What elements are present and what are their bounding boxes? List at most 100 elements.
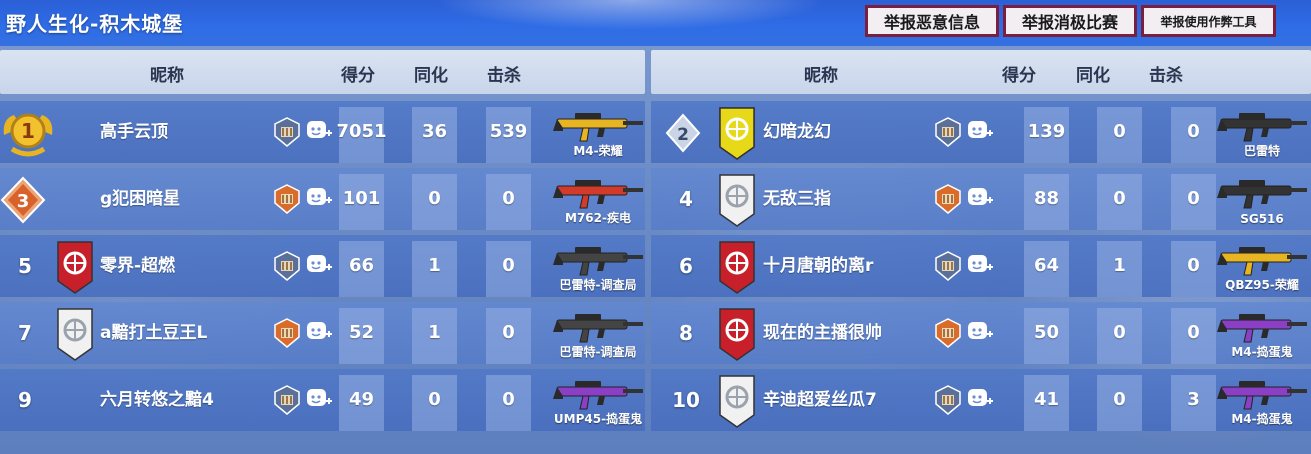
player-name[interactable]: 辛迪超爱丝瓜7	[763, 369, 877, 431]
weapon-name: QBZ95-荣耀	[1225, 278, 1299, 292]
score-value: 88	[1033, 188, 1060, 209]
player-row[interactable]: 4 无敌三指 88 0 0 SG516	[651, 168, 1311, 230]
score-header: 得分	[1002, 66, 1036, 86]
player-row[interactable]: 3 g犯困暗星 101 0 0 M762-疾电	[0, 168, 645, 230]
weapon-icon: 巴雷特	[1217, 109, 1309, 158]
player-row[interactable]: 6 十月唐朝的离r 64 1 0 QBZ95-荣耀	[651, 235, 1311, 297]
add-friend-icon[interactable]	[967, 186, 993, 210]
add-friend-icon[interactable]	[967, 253, 993, 277]
weapon-icon: M762-疾电	[553, 176, 645, 225]
score-value: 41	[1033, 389, 1060, 410]
infect-header: 同化	[414, 66, 448, 86]
rank-number: 9	[18, 388, 32, 412]
rank-badge-icon	[272, 183, 302, 215]
weapon-name: SG516	[1240, 212, 1284, 226]
player-row[interactable]: 5 零界-超燃 66 1 0 巴雷特-调查局	[0, 235, 645, 297]
player-row[interactable]: 7 a黯打土豆王L 52 1 0 巴雷特-调查局	[0, 302, 645, 364]
player-row[interactable]: 10 辛迪超爱丝瓜7 41 0 3 M4-捣蛋鬼	[651, 369, 1311, 431]
kills-value: 539	[489, 121, 528, 142]
rank-badge-icon	[272, 317, 302, 349]
nickname-header: 昵称	[804, 66, 838, 86]
kills-header: 击杀	[1149, 66, 1183, 86]
player-name[interactable]: g犯困暗星	[100, 168, 180, 230]
right-team-header: 昵称 得分 同化 击杀	[651, 50, 1311, 94]
add-friend-icon[interactable]	[967, 320, 993, 344]
player-name[interactable]: 幻暗龙幻	[763, 101, 831, 163]
infect-value: 0	[428, 389, 441, 410]
rank-number: 8	[679, 321, 693, 345]
infect-header: 同化	[1076, 66, 1110, 86]
score-value: 139	[1027, 121, 1066, 142]
svg-text:3: 3	[17, 191, 30, 212]
weapon-name: M4-捣蛋鬼	[1231, 412, 1293, 426]
svg-text:2: 2	[677, 125, 689, 145]
weapon-icon: 巴雷特-调查局	[553, 310, 645, 359]
player-avatar-icon	[717, 105, 757, 161]
player-avatar-icon	[717, 172, 757, 228]
score-value: 7051	[336, 121, 387, 142]
add-friend-icon[interactable]	[967, 119, 993, 143]
player-avatar-icon	[55, 306, 95, 362]
score-value: 66	[348, 255, 375, 276]
weapon-icon: M4-捣蛋鬼	[1217, 310, 1309, 359]
infect-value: 0	[1113, 389, 1126, 410]
rank-medal-icon: 2	[663, 105, 703, 161]
weapon-name: UMP45-捣蛋鬼	[553, 412, 643, 426]
weapon-name: M762-疾电	[565, 211, 631, 225]
rank-number: 10	[672, 388, 700, 412]
kills-header: 击杀	[487, 66, 521, 86]
player-name[interactable]: 无敌三指	[763, 168, 831, 230]
score-value: 64	[1033, 255, 1060, 276]
report-malicious-info-button[interactable]: 举报恶意信息	[865, 5, 999, 37]
player-row[interactable]: 8 现在的主播很帅 50 0 0 M4-捣蛋鬼	[651, 302, 1311, 364]
rank-badge-icon	[272, 384, 302, 416]
infect-value: 1	[428, 255, 441, 276]
infect-value: 1	[428, 322, 441, 343]
infect-value: 0	[1113, 188, 1126, 209]
kills-value: 0	[502, 188, 515, 209]
score-value: 101	[342, 188, 381, 209]
rank-badge-icon	[933, 317, 963, 349]
weapon-name: 巴雷特-调查局	[559, 345, 637, 359]
infect-value: 1	[1113, 255, 1126, 276]
weapon-icon: M4-荣耀	[553, 109, 645, 158]
player-name[interactable]: 高手云顶	[100, 101, 168, 163]
score-value: 52	[348, 322, 375, 343]
weapon-icon: M4-捣蛋鬼	[1217, 377, 1309, 426]
rank-badge-icon	[272, 250, 302, 282]
player-avatar-icon	[717, 306, 757, 362]
player-name[interactable]: 现在的主播很帅	[763, 302, 882, 364]
kills-value: 0	[502, 255, 515, 276]
left-team-header: 昵称 得分 同化 击杀	[0, 50, 645, 94]
report-cheating-button[interactable]: 举报使用作弊工具	[1141, 5, 1276, 37]
infect-value: 36	[421, 121, 448, 142]
weapon-icon: QBZ95-荣耀	[1217, 243, 1309, 292]
player-name[interactable]: 零界-超燃	[100, 235, 175, 297]
player-row[interactable]: 1 高手云顶 7051 36 539 M4-荣耀	[0, 101, 645, 163]
score-value: 50	[1033, 322, 1060, 343]
report-passive-play-button[interactable]: 举报消极比赛	[1003, 5, 1137, 37]
weapon-name: M4-捣蛋鬼	[1231, 345, 1293, 359]
infect-value: 0	[1113, 322, 1126, 343]
player-row[interactable]: 9 六月转悠之黯4 49 0 0 UMP45-捣蛋鬼	[0, 369, 645, 431]
player-avatar-icon	[717, 373, 757, 429]
player-name[interactable]: a黯打土豆王L	[100, 302, 207, 364]
weapon-icon: SG516	[1217, 176, 1309, 226]
infect-value: 0	[428, 188, 441, 209]
rank-medal-icon: 3	[0, 172, 58, 228]
infect-value: 0	[1113, 121, 1126, 142]
weapon-name: 巴雷特-调查局	[559, 278, 637, 292]
rank-badge-icon	[933, 250, 963, 282]
player-name[interactable]: 十月唐朝的离r	[763, 235, 873, 297]
rank-number: 4	[679, 187, 693, 211]
add-friend-icon[interactable]	[967, 387, 993, 411]
score-value: 49	[348, 389, 375, 410]
rank-medal-icon: 1	[0, 105, 58, 161]
rank-number: 7	[18, 321, 32, 345]
weapon-icon: UMP45-捣蛋鬼	[553, 377, 645, 426]
weapon-name: M4-荣耀	[573, 144, 623, 158]
player-row[interactable]: 2 幻暗龙幻 139 0 0 巴雷特	[651, 101, 1311, 163]
player-avatar-icon	[55, 239, 95, 295]
player-name[interactable]: 六月转悠之黯4	[100, 369, 214, 431]
weapon-name: 巴雷特	[1243, 144, 1280, 158]
